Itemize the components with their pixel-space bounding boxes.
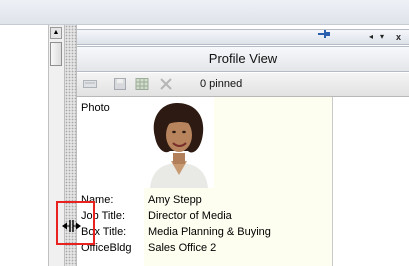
field-value-job-title: Director of Media <box>148 210 232 222</box>
pinned-count: 0 pinned <box>200 78 243 90</box>
photo-label: Photo <box>81 102 110 114</box>
field-value-name: Amy Stepp <box>148 194 202 206</box>
field-value-office-bldg: Sales Office 2 <box>148 242 217 254</box>
unpin-icon[interactable] <box>159 78 173 90</box>
panel-titlebar: ◂ ▾ x <box>77 29 409 45</box>
pin-icon[interactable] <box>318 30 330 38</box>
scroll-thumb[interactable] <box>50 42 62 66</box>
resize-cursor-icon <box>62 220 81 232</box>
save-icon[interactable] <box>113 78 127 90</box>
panel-menu-dropdown-icon[interactable]: ▾ <box>380 30 384 44</box>
profile-photo <box>144 97 214 188</box>
scroll-up-button[interactable]: ▲ <box>50 27 62 39</box>
close-panel-icon[interactable]: x <box>396 30 401 44</box>
values-column: Amy Stepp Director of Media Media Planni… <box>144 97 332 266</box>
profile-content: Photo Name: Job Title: Box Title: Office… <box>77 97 333 266</box>
profile-toolbar: 0 pinned <box>77 73 409 97</box>
window-top-strip <box>0 0 409 25</box>
left-blank-area <box>0 25 48 266</box>
card-icon[interactable] <box>83 78 97 90</box>
panel-title: Profile View <box>77 46 409 72</box>
field-value-box-title: Media Planning & Buying <box>148 226 271 238</box>
grid-icon[interactable] <box>135 78 149 90</box>
profile-view-panel: ◂ ▾ x Profile View 0 pinned Photo Name: <box>77 25 409 266</box>
scroll-tabs-left-icon[interactable]: ◂ <box>369 30 373 44</box>
